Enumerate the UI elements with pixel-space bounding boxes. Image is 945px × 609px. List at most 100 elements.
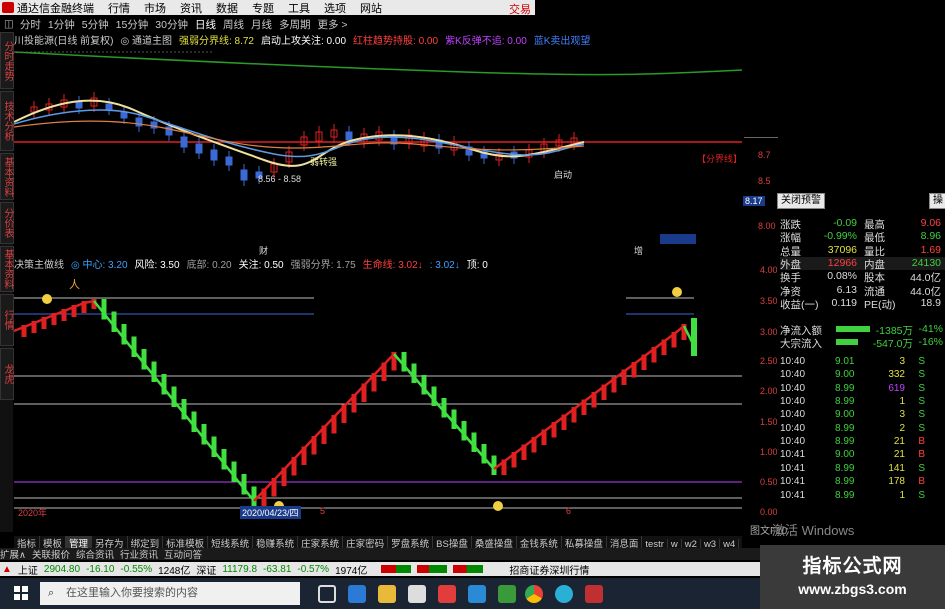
quote-value: 9.06 [920, 217, 941, 229]
template-tab[interactable]: 桑盛操盘 [472, 536, 517, 548]
tick-deal-row: 10:40 9.00 3 S [780, 409, 945, 422]
task-view-icon[interactable] [318, 585, 336, 603]
period-item[interactable]: 1分钟 [48, 17, 75, 32]
indicator-chart[interactable]: 人 决策主做线 ◎ 中心: 3.20 风险: 3.50 底部: 0.20 关注: 0.5… [13, 256, 742, 519]
extension-tab[interactable]: 关联报价 [32, 547, 70, 561]
app-icon[interactable] [438, 585, 456, 603]
menu-item[interactable]: 行情 [108, 0, 130, 16]
decision-bar [281, 467, 287, 486]
decision-bar [561, 414, 567, 430]
template-tab[interactable]: w2 [682, 539, 701, 548]
left-tab[interactable]: 技术分析 [0, 91, 14, 151]
menu-item[interactable]: 数据 [216, 0, 238, 16]
deal-time: 10:41 [780, 489, 806, 501]
template-tab[interactable]: w6 [739, 539, 742, 548]
left-tab[interactable]: 行情 [0, 294, 14, 346]
left-tab[interactable]: 基本资料 [0, 246, 14, 292]
windows-start-icon[interactable] [14, 586, 28, 600]
store-icon[interactable] [408, 585, 426, 603]
template-tab[interactable]: 庄家密码 [343, 536, 389, 548]
menu-item[interactable]: 工具 [288, 0, 310, 16]
period-item[interactable]: 更多 > [317, 17, 347, 32]
candle-body [180, 136, 188, 148]
left-tab[interactable]: 分价表 [0, 202, 14, 244]
template-tab[interactable]: 庄家系统 [298, 536, 344, 548]
edge-browser-icon[interactable] [348, 585, 366, 603]
app-icon[interactable] [498, 585, 516, 603]
decision-bar [531, 437, 537, 453]
deal-time: 10:41 [780, 449, 806, 461]
deal-volume: 619 [888, 382, 905, 394]
layout-icon[interactable]: ◫ [4, 18, 14, 30]
title-bar: 通达信金融终端 行情 市场 资讯 数据 专题 工具 选项 网站 交易 [0, 0, 535, 17]
deal-price: 8.99 [835, 396, 855, 408]
period-toolbar: ◫ 分时 1分钟 5分钟 15分钟 30分钟 日线 周线 月线 多周期 更多 > [0, 17, 535, 31]
left-tab[interactable]: 基本资料 [0, 153, 14, 200]
quote-value: 8.96 [920, 230, 941, 243]
xaxis-cursor-date: 2020/04/23/四 [240, 506, 301, 519]
indicator-yaxis-tick: 3.50 [760, 296, 778, 306]
smiley-icon [672, 287, 682, 297]
left-tab[interactable]: 分时走势 [0, 32, 14, 89]
xaxis-year: 2020年 [18, 508, 48, 518]
tdx-app-icon[interactable] [585, 585, 603, 603]
main-price-chart[interactable]: 川投能源(日线 前复权) ◎ 通道主图 强弱分界线: 8.72 启动上攻关注: 0.0… [13, 32, 743, 256]
template-tab[interactable]: w [668, 539, 682, 548]
menu-item[interactable]: 专题 [252, 0, 274, 16]
sz-amount: 1974亿 [335, 565, 368, 577]
menu-item[interactable]: 资讯 [180, 0, 202, 16]
menu-item[interactable]: 网站 [360, 0, 382, 16]
deal-time: 10:41 [780, 476, 806, 488]
deal-volume: 21 [893, 436, 905, 448]
period-item[interactable]: 周线 [223, 17, 244, 32]
quote-row: 换手 0.08% 股本 44.0亿 [780, 270, 945, 284]
template-tab[interactable]: 稳赚系统 [253, 536, 299, 548]
quote-row: 总量 37096 量比 1.69 [780, 244, 945, 258]
decision-bar [251, 486, 257, 507]
deal-volume: 1 [899, 489, 905, 501]
period-item[interactable]: 15分钟 [116, 17, 149, 32]
indicator-yaxis-tick: 4.00 [760, 265, 778, 275]
flow-value: -547.0万 [872, 338, 913, 351]
quote-value: 24130 [911, 256, 941, 269]
period-item[interactable]: 多周期 [279, 17, 311, 32]
deal-time: 10:40 [780, 356, 806, 367]
taskbar-search-input[interactable]: ⌕ 在这里输入你要搜索的内容 [40, 582, 300, 605]
template-tab[interactable]: 消息面 [607, 536, 643, 548]
period-item[interactable]: 日线 [195, 17, 216, 32]
template-tab[interactable]: 金钱系统 [517, 536, 562, 548]
weak-to-strong-label: 弱转强 [310, 157, 338, 167]
extension-tab[interactable]: 扩展∧ [0, 547, 26, 561]
header-item: 强弱分界线: 8.72 [178, 36, 254, 47]
menu-item[interactable]: 选项 [324, 0, 346, 16]
period-item[interactable]: 月线 [251, 17, 272, 32]
period-item[interactable]: 30分钟 [155, 17, 188, 32]
template-tab[interactable]: 私募操盘 [562, 536, 607, 548]
period-item[interactable]: 5分钟 [82, 17, 109, 32]
template-tab[interactable]: BS操盘 [433, 536, 472, 548]
sz-label[interactable]: 深证 [196, 562, 216, 577]
decision-bar [381, 362, 387, 381]
decision-bar [581, 399, 587, 415]
flow-bar [836, 326, 870, 332]
app-icon[interactable] [468, 585, 486, 603]
extension-tab[interactable]: 综合资讯 [76, 547, 114, 561]
extension-tab[interactable]: 互动问答 [164, 547, 202, 561]
close-alert-button[interactable]: 关闭预警 [777, 193, 825, 209]
tick-deal-row: 10:41 8.99 178 B [780, 476, 945, 489]
template-tab[interactable]: w4 [720, 539, 740, 548]
app-icon[interactable] [555, 585, 573, 603]
menu-item[interactable]: 市场 [144, 0, 166, 16]
template-tab[interactable]: 短线系统 [208, 536, 254, 548]
trade-menu[interactable]: 交易 [509, 1, 531, 17]
extension-tab[interactable]: 行业资讯 [120, 547, 158, 561]
left-tab[interactable]: 龙虎 [0, 348, 14, 400]
sh-label[interactable]: 上证 [18, 562, 38, 577]
template-tab[interactable]: testr [642, 539, 668, 548]
chrome-icon[interactable] [525, 585, 543, 603]
period-item[interactable]: 分时 [20, 17, 41, 32]
template-tab[interactable]: w3 [701, 539, 721, 548]
operation-button[interactable]: 操 [929, 193, 945, 209]
file-explorer-icon[interactable] [378, 585, 396, 603]
template-tab[interactable]: 罗盘系统 [388, 536, 434, 548]
